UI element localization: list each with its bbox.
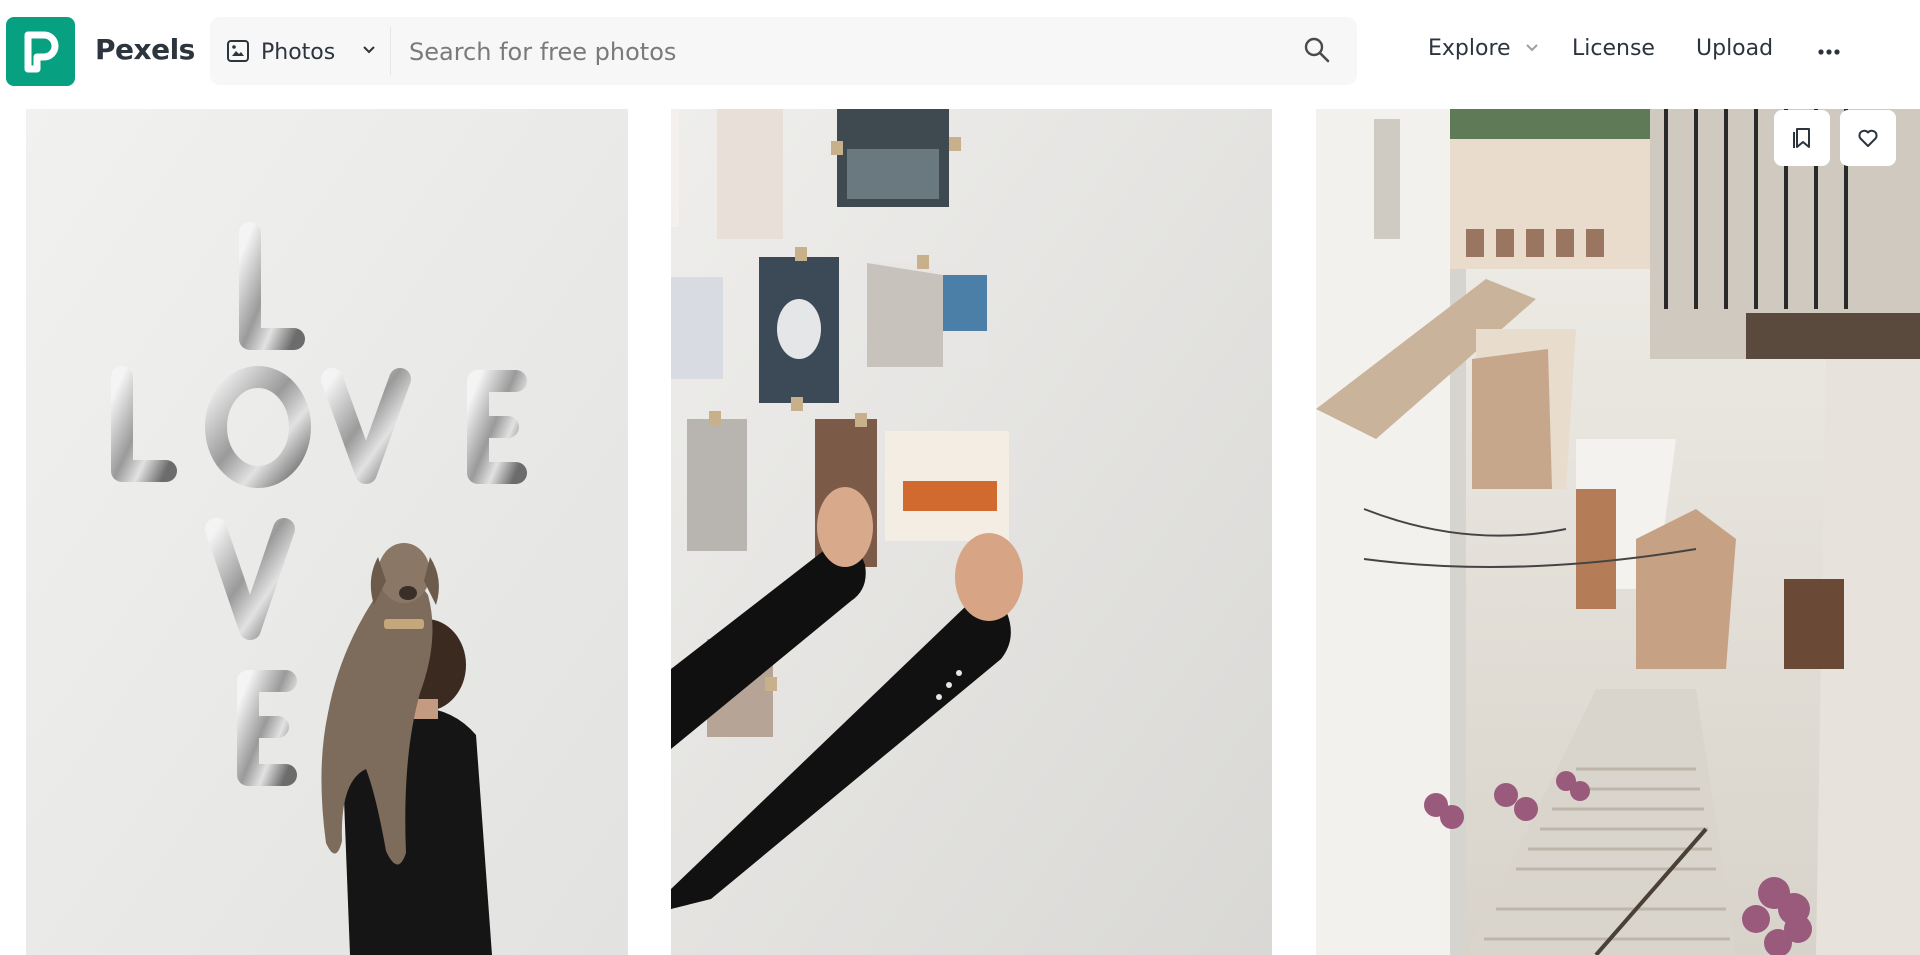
photo-white-street-image [1316, 109, 1920, 955]
search-button[interactable] [1302, 35, 1332, 69]
search-bar: Photos [210, 17, 1357, 85]
top-navigation-bar: Pexels Photos Explore License [0, 0, 1920, 104]
nav-explore-label: Explore [1428, 36, 1511, 61]
collect-icon [1793, 128, 1810, 148]
photo-type-dropdown[interactable]: Photos [226, 17, 376, 85]
nav-license[interactable]: License [1572, 36, 1655, 61]
photo-type-label: Photos [261, 40, 336, 65]
pexels-logo[interactable] [6, 17, 75, 86]
photo-love-dog-image [26, 109, 628, 955]
like-button[interactable] [1840, 110, 1896, 166]
photo-card-wall-photos[interactable] [671, 109, 1272, 955]
nav-upload[interactable]: Upload [1696, 36, 1773, 61]
search-input[interactable] [407, 27, 1271, 77]
more-icon [1818, 49, 1840, 55]
more-menu-button[interactable] [1817, 40, 1841, 68]
photo-card-love-dog[interactable] [26, 109, 628, 955]
photo-wall-photos-image [671, 109, 1272, 955]
heart-icon [1858, 129, 1878, 147]
collect-button[interactable] [1774, 110, 1830, 166]
image-icon [227, 40, 249, 62]
chevron-down-icon [1526, 44, 1538, 52]
search-divider [390, 27, 391, 75]
search-icon [1304, 37, 1330, 63]
pexels-logo-icon [24, 31, 59, 73]
brand-name[interactable]: Pexels [95, 33, 195, 66]
nav-explore[interactable]: Explore [1428, 36, 1538, 61]
photo-card-white-street[interactable] [1316, 109, 1920, 955]
chevron-down-icon [363, 46, 375, 54]
